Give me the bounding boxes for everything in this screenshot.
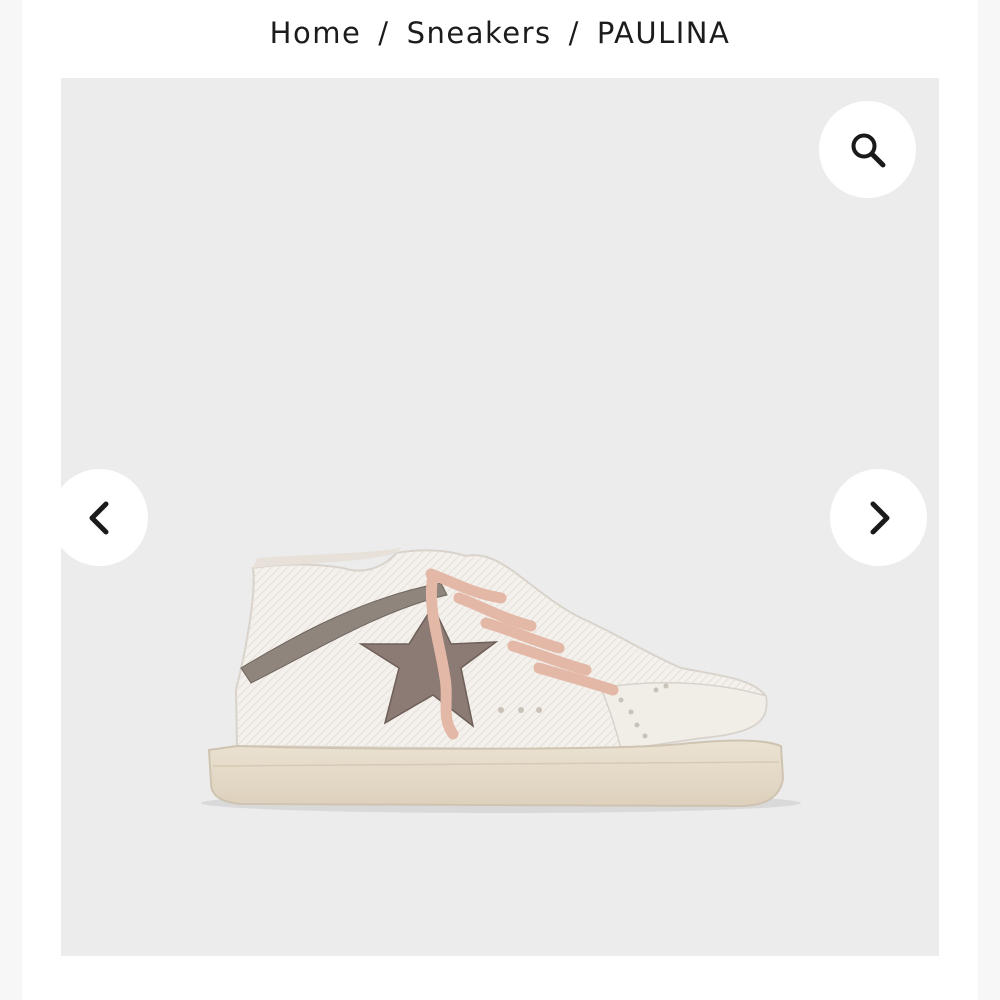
breadcrumb-current: PAULINA <box>596 16 731 50</box>
product-image[interactable] <box>61 78 939 956</box>
right-margin <box>978 0 1000 1000</box>
previous-image-button[interactable] <box>51 469 148 566</box>
breadcrumb: Home / Sneakers / PAULINA <box>0 12 1000 54</box>
breadcrumb-separator: / <box>378 16 390 50</box>
shoe-sole <box>207 739 785 808</box>
left-margin <box>0 0 22 1000</box>
magnifier-icon <box>848 130 888 170</box>
product-gallery[interactable] <box>61 78 939 956</box>
breadcrumb-sneakers[interactable]: Sneakers <box>407 16 552 50</box>
zoom-button[interactable] <box>819 101 916 198</box>
next-image-button[interactable] <box>830 469 927 566</box>
breadcrumb-home[interactable]: Home <box>270 16 362 50</box>
chevron-right-icon <box>863 498 895 538</box>
chevron-left-icon <box>84 498 116 538</box>
breadcrumb-separator: / <box>568 16 580 50</box>
product-page: Home / Sneakers / PAULINA <box>0 0 1000 1000</box>
